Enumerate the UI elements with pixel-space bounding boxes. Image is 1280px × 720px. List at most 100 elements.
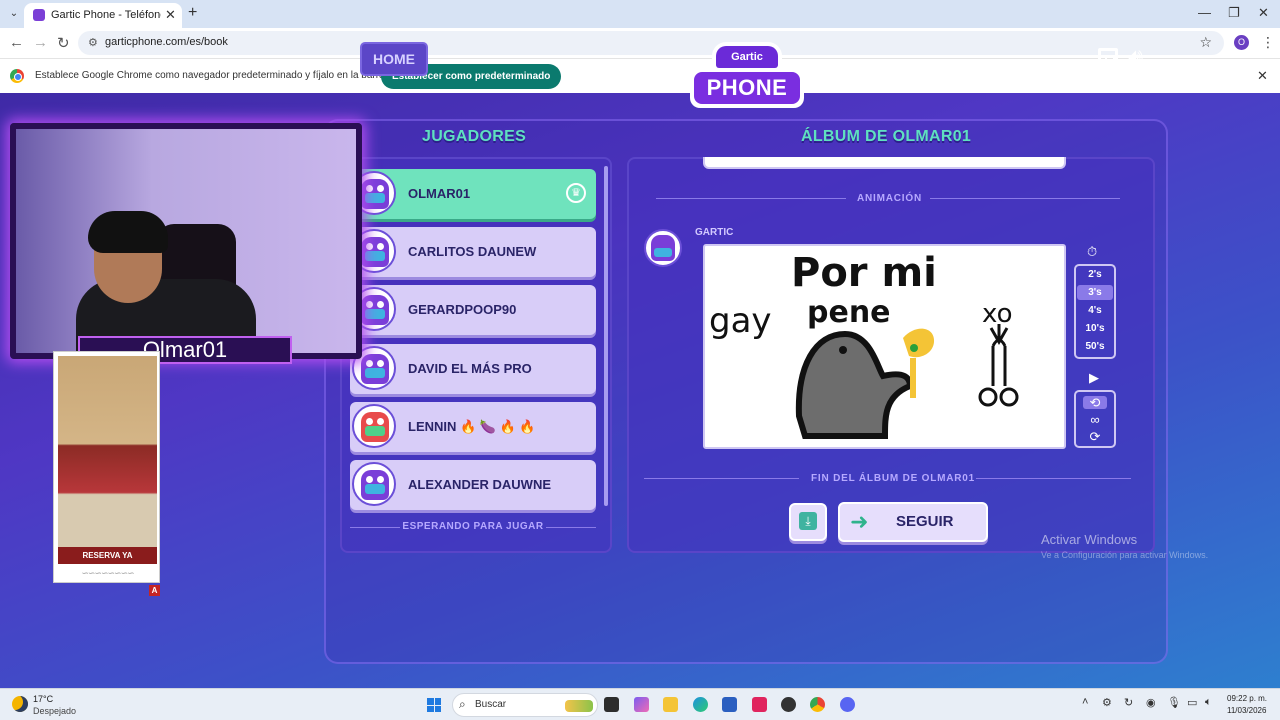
ad-cta[interactable]: RESERVA YA [58, 547, 157, 564]
album-end-label: FIN DEL ÁLBUM DE OLMAR01 [811, 473, 976, 484]
speed-option[interactable]: 50's [1077, 339, 1113, 354]
speed-option[interactable]: 4's [1077, 303, 1113, 318]
chrome-logo-icon [10, 69, 24, 83]
obs-icon[interactable] [781, 697, 796, 712]
drawing-figure [991, 338, 1007, 386]
speed-option[interactable]: 2's [1077, 267, 1113, 282]
loop-infinite-icon[interactable]: ∞ [1083, 413, 1107, 426]
taskbar-search[interactable]: ⌕ Buscar [452, 693, 598, 717]
activate-windows-sub: Ve a Configuración para activar Windows. [1041, 550, 1209, 560]
divider [644, 478, 799, 479]
clock-date[interactable]: 11/03/2026 [1227, 706, 1266, 715]
download-button[interactable]: ⤓ [789, 503, 827, 541]
tray-refresh-icon[interactable]: ↻ [1124, 696, 1133, 709]
menu-icon[interactable]: ⋮ [1261, 34, 1275, 51]
player-card: CARLITOS DAUNEW [350, 227, 596, 277]
speed-option[interactable]: 10's [1077, 321, 1113, 336]
tray-chevron-icon[interactable]: ˄ [1082, 696, 1088, 708]
volume-icon[interactable]: 🔊︎ [1128, 44, 1143, 72]
logo-main-text: PHONE [694, 72, 800, 104]
back-icon[interactable]: ← [9, 34, 24, 51]
animation-label: ANIMACIÓN [857, 193, 922, 204]
player-card: OLMAR01 ♛ [350, 169, 596, 219]
bookmark-star-icon[interactable]: ☆ [1199, 34, 1212, 51]
browser-tab-bar: ⌄ Gartic Phone - Teléfono Descor ✕ + — ❐… [0, 0, 1280, 28]
minimize-button[interactable]: — [1198, 5, 1211, 20]
file-explorer-icon[interactable] [663, 697, 678, 712]
players-scrollbar[interactable] [604, 166, 608, 506]
weather-desc[interactable]: Despejado [33, 706, 76, 716]
author-avatar [644, 229, 682, 267]
tray-app-icon[interactable]: ⚙ [1102, 696, 1112, 709]
advertisement[interactable]: RESERVA YA ∽∽∽∽∽∽∽∽ [53, 351, 160, 583]
drawing-flower-stem [910, 358, 916, 398]
players-title: JUGADORES [422, 128, 527, 145]
player-name: GERARDPOOP90 [408, 302, 517, 317]
windows-taskbar: 17°C Despejado ⌕ Buscar ˄ ⚙ ↻ ◉ 🎙︎ ▭ 🔈︎ … [0, 688, 1280, 720]
fullscreen-icon[interactable] [1098, 48, 1118, 68]
drawing-text-top: Por mi [791, 250, 937, 296]
browser-tab[interactable]: Gartic Phone - Teléfono Descor ✕ [24, 3, 182, 28]
logo-top-text: Gartic [716, 46, 778, 68]
tab-title: Gartic Phone - Teléfono Descor [51, 9, 161, 21]
player-card: ALEXANDER DAUWNE [350, 460, 596, 510]
url-text[interactable]: garticphone.com/es/book [105, 36, 228, 48]
clock-time[interactable]: 09:22 p. m. [1227, 694, 1267, 703]
ad-image [58, 356, 157, 551]
player-name: ALEXANDER DAUWNE [408, 477, 551, 492]
weather-temp[interactable]: 17°C [33, 694, 53, 704]
tiktok-icon[interactable] [752, 697, 767, 712]
gartic-favicon-icon [33, 9, 45, 21]
close-window-button[interactable]: ✕ [1258, 5, 1269, 21]
home-button[interactable]: HOME [360, 42, 428, 76]
infobar-close-icon[interactable]: ✕ [1257, 68, 1268, 84]
ad-choices-icon[interactable]: A [149, 585, 160, 596]
drawing-shape [795, 330, 914, 439]
site-info-icon[interactable]: ⚙ [88, 36, 98, 49]
player-card: GERARDPOOP90 [350, 285, 596, 335]
forward-icon[interactable]: → [33, 34, 48, 51]
copilot-icon[interactable] [634, 697, 649, 712]
browser-toolbar: ← → ↻ ⚙ garticphone.com/es/book ☆ [0, 28, 1280, 58]
player-name: DAVID EL MÁS PRO [408, 361, 532, 376]
reload-icon[interactable]: ↻ [57, 34, 70, 52]
webcam-overlay [10, 123, 362, 359]
timer-icon: ⏱ [1087, 244, 1098, 259]
tray-record-icon[interactable]: ◉ [1146, 696, 1156, 709]
player-avatar [352, 462, 396, 506]
loop-once-icon[interactable]: ⟲ [1083, 396, 1107, 409]
speaker-icon[interactable]: 🔈︎ [1205, 696, 1212, 709]
restore-button[interactable]: ❐ [1228, 5, 1240, 21]
drawing-text-left: gay [709, 301, 772, 341]
search-icon: ⌕ [459, 697, 466, 711]
start-icon[interactable] [427, 698, 441, 712]
new-tab-button[interactable]: + [188, 4, 197, 22]
waiting-label: ESPERANDO PARA JUGAR [402, 521, 544, 532]
crown-icon: ♛ [566, 183, 586, 203]
discord-icon[interactable] [840, 697, 855, 712]
seguir-button[interactable]: ➜ SEGUIR [838, 502, 988, 542]
task-view-icon[interactable] [604, 697, 619, 712]
drawing-text-top2: pene [807, 295, 891, 330]
microphone-icon[interactable]: 🎙︎ [1167, 696, 1181, 709]
weather-moon-icon[interactable] [12, 696, 28, 712]
album-title: ÁLBUM DE OLMAR01 [801, 128, 972, 145]
chrome-taskbar-icon[interactable] [810, 697, 825, 712]
download-icon: ⤓ [799, 512, 817, 530]
address-bar[interactable]: ⚙ garticphone.com/es/book ☆ [78, 31, 1224, 55]
loop-bounce-icon[interactable]: ⟳ [1083, 430, 1107, 443]
divider [656, 198, 846, 199]
store-icon[interactable] [722, 697, 737, 712]
edge-icon[interactable] [693, 697, 708, 712]
drawing-canvas[interactable]: gay Por mi pene xo [703, 244, 1066, 449]
play-icon[interactable]: ▶ [1089, 370, 1099, 386]
network-icon[interactable]: ▭ [1187, 696, 1197, 709]
speed-option-selected[interactable]: 3's [1077, 285, 1113, 300]
drawing-svg: gay Por mi pene xo [709, 250, 1019, 439]
tab-search-button[interactable]: ⌄ [6, 6, 22, 22]
drawing-text-right: xo [982, 299, 1013, 329]
tab-close-icon[interactable]: ✕ [165, 7, 176, 23]
player-card: DAVID EL MÁS PRO [350, 344, 596, 394]
drawing-eye [839, 346, 847, 354]
profile-avatar[interactable]: O [1234, 35, 1249, 50]
